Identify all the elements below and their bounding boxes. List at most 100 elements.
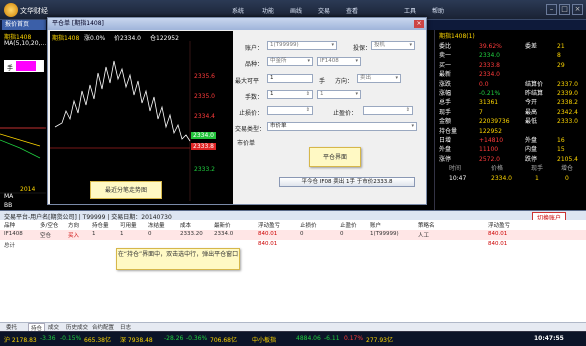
column-header[interactable]: 浮动盈亏 bbox=[258, 221, 280, 229]
column-header[interactable]: 冻结量 bbox=[148, 221, 165, 229]
column-header[interactable]: 品种 bbox=[4, 221, 15, 229]
table-cell: 1 bbox=[120, 231, 124, 237]
quote-row: 涨停 2572.0 跌停 2105.4 bbox=[435, 155, 586, 164]
stop-loss-input[interactable]: ⇕ bbox=[267, 106, 313, 115]
hedge-select[interactable]: 投机 ▾ bbox=[371, 41, 415, 50]
chart-label-ma[interactable]: MA bbox=[4, 193, 13, 200]
column-header[interactable]: 止盈价 bbox=[340, 221, 357, 229]
qty-label: 手数： bbox=[245, 94, 264, 101]
column-header[interactable]: 方向 bbox=[68, 221, 79, 229]
quote-label: 涨停 bbox=[439, 155, 452, 163]
column-header[interactable]: 浮动盈亏 bbox=[488, 221, 510, 229]
menu-drawing[interactable]: 画线 bbox=[290, 6, 302, 15]
hand-label: 手 bbox=[7, 65, 14, 72]
quote-extra-value: 21 bbox=[557, 43, 565, 50]
mini-y-tick-2: 2334.4 bbox=[194, 113, 215, 120]
bottom-tab[interactable]: 合约配置 bbox=[92, 323, 114, 331]
stop-profit-input[interactable]: ⇕ bbox=[363, 106, 413, 115]
contract-dropdown-icon: ▾ bbox=[355, 58, 358, 64]
menu-help[interactable]: 帮助 bbox=[432, 6, 444, 15]
table-cell: 1 bbox=[92, 231, 96, 237]
qty-spin-icon[interactable]: ⇕ bbox=[306, 91, 310, 98]
menu-view[interactable]: 查看 bbox=[346, 6, 358, 15]
quote-label: 外盘 bbox=[439, 146, 452, 154]
direction-dropdown-icon: ▾ bbox=[395, 75, 398, 81]
quote-value: 7 bbox=[479, 108, 483, 116]
quote-value: 2333.8 bbox=[479, 61, 500, 69]
table-cell: IF1408 bbox=[4, 231, 23, 237]
stop-loss-spin-icon[interactable]: ⇕ bbox=[306, 107, 310, 114]
quote-extra-label: 今开 bbox=[525, 99, 538, 107]
stop-profit-spin-icon[interactable]: ⇕ bbox=[406, 107, 410, 114]
stop-profit-label: 止盈价： bbox=[333, 110, 358, 117]
quote-row: 委比 39.62% 委差 21 bbox=[435, 42, 586, 51]
bottom-tab[interactable]: 委托 bbox=[6, 323, 17, 331]
bottom-tab[interactable]: 日志 bbox=[120, 323, 131, 331]
table-cell: 2334.0 bbox=[214, 231, 234, 237]
quote-row: 外盘 11100 内盘 15 bbox=[435, 145, 586, 154]
market-order-label: 市价单 bbox=[237, 140, 256, 147]
quote-extra-label: 最低 bbox=[525, 118, 538, 126]
tab-quote-home[interactable]: 报价首页 bbox=[2, 20, 46, 30]
quote-extra-label: 内盘 bbox=[525, 146, 538, 154]
qty-preset-select[interactable]: 1 ▾ bbox=[317, 90, 361, 99]
quote-label: 总手 bbox=[439, 99, 452, 107]
quote-label: 日增 bbox=[439, 137, 452, 144]
account-select[interactable]: 1(T99999) ▾ bbox=[267, 41, 337, 50]
tick-header-time: 时间 bbox=[449, 165, 462, 172]
column-header[interactable]: 策略名 bbox=[418, 221, 435, 229]
dialog-close-icon[interactable]: × bbox=[414, 20, 424, 28]
table-cell: 1(T99999) bbox=[370, 231, 399, 237]
menu-tools[interactable]: 工具 bbox=[404, 6, 416, 15]
menu-trade[interactable]: 交易 bbox=[318, 6, 330, 15]
contract-select[interactable]: IF1408 ▾ bbox=[317, 57, 361, 66]
column-header[interactable]: 最新价 bbox=[214, 221, 231, 229]
exchange-value: 中金所 bbox=[270, 58, 287, 64]
quote-label: 涨幅 bbox=[439, 90, 452, 97]
column-header[interactable]: 可用量 bbox=[120, 221, 137, 229]
position-note: 在“持仓”界面中，双击选中行，弹出平仓窗口 bbox=[116, 248, 240, 270]
quote-extra-value: 2338.2 bbox=[557, 99, 578, 107]
column-header[interactable]: 多/空仓 bbox=[40, 221, 58, 229]
quote-value: 39.62% bbox=[479, 43, 502, 50]
quote-row: 买一 2333.8 29 bbox=[435, 61, 586, 70]
menu-system[interactable]: 系统 bbox=[232, 6, 244, 15]
qty-input[interactable]: 1 ⇕ bbox=[267, 90, 313, 99]
chart-year: 2014 bbox=[20, 186, 36, 193]
column-header[interactable]: 成本 bbox=[180, 221, 191, 229]
column-header[interactable]: 持仓量 bbox=[92, 221, 109, 229]
trade-title-bar: 交易平台-用户名[期货公司] | T99999 | 交易日期：20140730 … bbox=[0, 210, 586, 223]
table-cell: 840.01 bbox=[258, 241, 278, 247]
ma-line-2 bbox=[0, 133, 41, 147]
close-icon[interactable]: × bbox=[572, 4, 583, 15]
quote-extra-value: 29 bbox=[557, 61, 565, 69]
tick-header-price: 价格 bbox=[491, 165, 504, 172]
status-item: 0.17% bbox=[344, 335, 364, 342]
mini-price-line bbox=[54, 60, 191, 142]
table-cell: 0 bbox=[148, 231, 152, 237]
quote-extra-value: 15 bbox=[557, 146, 565, 154]
menu-function[interactable]: 功能 bbox=[262, 6, 274, 15]
order-type-dropdown-icon: ▾ bbox=[411, 123, 414, 129]
direction-select[interactable]: 卖出 ▾ bbox=[357, 74, 401, 83]
submit-close-button[interactable]: 平今仓 IF08 卖出 1手 于市价2333.8 bbox=[279, 177, 415, 187]
exchange-dropdown-icon: ▾ bbox=[307, 58, 310, 64]
table-cell: 0 bbox=[300, 231, 304, 237]
quote-label: 委比 bbox=[439, 43, 452, 50]
quote-row: 持仓量 122952 bbox=[435, 127, 586, 136]
order-type-select[interactable]: 市价单 ▾ bbox=[267, 122, 417, 131]
quote-row: 最新 2334.0 bbox=[435, 70, 586, 79]
quote-row: 总手 31361 今开 2338.2 bbox=[435, 98, 586, 107]
tick-header-vol: 现手 bbox=[531, 165, 544, 172]
status-item: 沪 2178.83 bbox=[4, 337, 37, 344]
column-header[interactable]: 账户 bbox=[370, 221, 381, 229]
minimize-icon[interactable]: – bbox=[546, 4, 557, 15]
chart-label-bb[interactable]: BB bbox=[4, 202, 12, 209]
quote-extra-label: 最高 bbox=[525, 108, 538, 116]
column-header[interactable]: 止损价 bbox=[300, 221, 317, 229]
table-cell: 840.01 bbox=[488, 231, 508, 237]
maximize-icon[interactable]: □ bbox=[559, 4, 570, 15]
bottom-tab[interactable]: 成交 bbox=[48, 323, 59, 331]
exchange-select[interactable]: 中金所 ▾ bbox=[267, 57, 313, 66]
bottom-tab[interactable]: 历史成交 bbox=[66, 323, 88, 331]
